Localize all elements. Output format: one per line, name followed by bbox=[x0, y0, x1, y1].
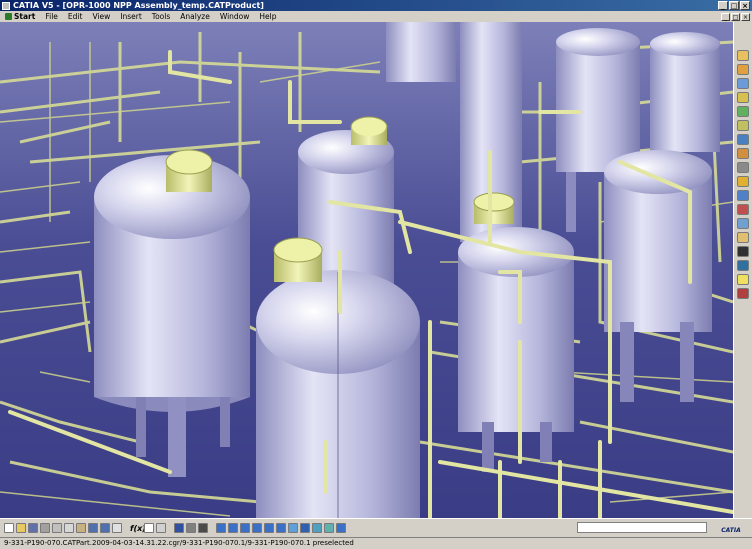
material-icon[interactable] bbox=[737, 92, 749, 103]
window-title: CATIA V5 - [OPR-1000 NPP Assembly_temp.C… bbox=[13, 1, 264, 10]
section-icon[interactable] bbox=[737, 190, 749, 201]
swap-icon[interactable] bbox=[737, 148, 749, 159]
sketcher-icon[interactable] bbox=[737, 50, 749, 61]
minimize-button[interactable]: _ bbox=[718, 1, 728, 10]
zoom-in-icon[interactable] bbox=[252, 523, 262, 533]
cut-icon[interactable] bbox=[737, 288, 749, 299]
whats-this-icon[interactable] bbox=[112, 523, 122, 533]
maximize-button[interactable]: □ bbox=[729, 1, 739, 10]
comment-icon[interactable] bbox=[156, 523, 166, 533]
hide-show-icon[interactable] bbox=[312, 523, 322, 533]
design-table-icon[interactable] bbox=[737, 162, 749, 173]
3d-viewport[interactable] bbox=[0, 22, 733, 518]
tank-right-mid bbox=[604, 150, 712, 402]
normal-view-icon[interactable] bbox=[276, 523, 286, 533]
document-restore-button[interactable]: □ bbox=[731, 12, 740, 21]
rotate-icon[interactable] bbox=[240, 523, 250, 533]
fly-icon[interactable] bbox=[198, 523, 208, 533]
zoom-out-icon[interactable] bbox=[264, 523, 274, 533]
swap-visible-icon[interactable] bbox=[324, 523, 334, 533]
catalog-icon[interactable] bbox=[737, 134, 749, 145]
power-input-field[interactable] bbox=[577, 522, 707, 533]
close-button[interactable]: × bbox=[740, 1, 750, 10]
measure-icon[interactable] bbox=[737, 106, 749, 117]
right-toolbar bbox=[733, 22, 752, 518]
distance-icon[interactable] bbox=[737, 218, 749, 229]
open-icon[interactable] bbox=[16, 523, 26, 533]
status-bar: 9-331-P190-070.CATPart.2009-04-03-14.31.… bbox=[0, 537, 752, 549]
document-minimize-button[interactable]: _ bbox=[721, 12, 730, 21]
print-icon[interactable] bbox=[40, 523, 50, 533]
axis-icon[interactable] bbox=[737, 78, 749, 89]
new-icon[interactable] bbox=[4, 523, 14, 533]
title-bar: CATIA V5 - [OPR-1000 NPP Assembly_temp.C… bbox=[0, 0, 752, 11]
layer-icon[interactable] bbox=[336, 523, 346, 533]
catia-app-icon[interactable] bbox=[2, 1, 10, 10]
simulation-icon[interactable] bbox=[737, 232, 749, 243]
cut-icon[interactable] bbox=[52, 523, 62, 533]
menu-edit[interactable]: Edit bbox=[63, 12, 88, 21]
part-design-icon[interactable] bbox=[737, 64, 749, 75]
catalog-browser-icon[interactable] bbox=[174, 523, 184, 533]
hide-show-icon[interactable] bbox=[737, 120, 749, 131]
menu-view[interactable]: View bbox=[87, 12, 115, 21]
copy-icon[interactable] bbox=[64, 523, 74, 533]
menu-tools[interactable]: Tools bbox=[147, 12, 175, 21]
iso-view-icon[interactable] bbox=[288, 523, 298, 533]
quick-select-icon[interactable] bbox=[186, 523, 196, 533]
save-icon[interactable] bbox=[28, 523, 38, 533]
plant-model-render bbox=[0, 22, 733, 518]
sectioning-icon[interactable] bbox=[737, 204, 749, 215]
menu-bar: Start File Edit View Insert Tools Analyz… bbox=[0, 11, 752, 22]
redo-icon[interactable] bbox=[100, 523, 110, 533]
menu-start[interactable]: Start bbox=[0, 12, 40, 21]
tank-left-large bbox=[94, 149, 250, 477]
undo-icon[interactable] bbox=[88, 523, 98, 533]
knowledge-icon[interactable] bbox=[144, 523, 154, 533]
tank-far-left-top bbox=[386, 22, 456, 82]
menu-analyze[interactable]: Analyze bbox=[175, 12, 215, 21]
start-icon bbox=[5, 13, 12, 20]
status-text: 9-331-P190-070.CATPart.2009-04-03-14.31.… bbox=[4, 539, 354, 547]
menu-help[interactable]: Help bbox=[254, 12, 281, 21]
render-style-icon[interactable] bbox=[300, 523, 310, 533]
tank-right-front bbox=[458, 192, 574, 472]
paste-icon[interactable] bbox=[76, 523, 86, 533]
menu-start-label: Start bbox=[14, 12, 36, 21]
snap-icon[interactable] bbox=[737, 260, 749, 271]
light-icon[interactable] bbox=[737, 274, 749, 285]
menu-insert[interactable]: Insert bbox=[115, 12, 147, 21]
fit-all-icon[interactable] bbox=[216, 523, 226, 533]
filter-icon[interactable] bbox=[737, 246, 749, 257]
document-close-button[interactable]: × bbox=[741, 12, 750, 21]
menu-window[interactable]: Window bbox=[215, 12, 255, 21]
menu-file[interactable]: File bbox=[40, 12, 63, 21]
fx-icon[interactable]: f(x) bbox=[130, 524, 146, 533]
tank-far-right-2 bbox=[650, 32, 720, 152]
pan-icon[interactable] bbox=[228, 523, 238, 533]
clash-icon[interactable] bbox=[737, 176, 749, 187]
